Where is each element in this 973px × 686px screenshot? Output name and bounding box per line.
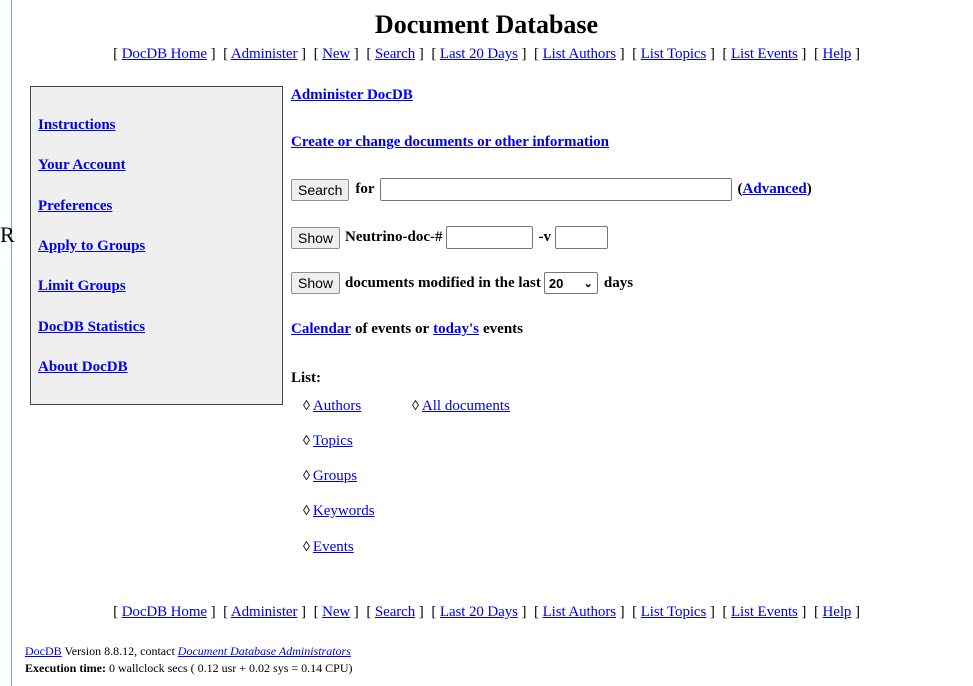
footer-exec-text: 0 wallclock secs ( 0.12 usr + 0.02 sys =… <box>108 661 353 675</box>
footer-version-text: Version 8.8.12, contact <box>64 644 175 658</box>
list-events-link[interactable]: Events <box>313 539 354 555</box>
todays-events-link[interactable]: today's <box>433 321 479 338</box>
show-doc-row: Show Neutrino-doc-# -v <box>291 226 609 249</box>
edge-glyph: R <box>0 222 15 247</box>
nav-list-events[interactable]: List Events <box>731 46 798 62</box>
administer-docdb-link[interactable]: Administer DocDB <box>291 87 413 104</box>
modified-row: Show documents modified in the last 20 ⌄… <box>291 272 633 294</box>
bottom-nav-docdb-home[interactable]: DocDB Home <box>122 604 207 620</box>
list-item: ◊ Authors <box>303 398 361 415</box>
nav-list-authors[interactable]: List Authors <box>543 46 616 62</box>
create-change-documents-link[interactable]: Create or change documents or other info… <box>291 134 609 151</box>
list-topics-link[interactable]: Topics <box>313 433 353 449</box>
sidebar-item-instructions[interactable]: Instructions <box>38 117 116 134</box>
nav-administer[interactable]: Administer <box>231 46 298 62</box>
calendar-end-text: events <box>483 321 523 337</box>
sidebar-item-limit-groups[interactable]: Limit Groups <box>38 278 126 295</box>
list-label: List: <box>291 370 321 386</box>
footer-admins-link[interactable]: Document Database Administrators <box>178 644 351 658</box>
days-select-value: 20 <box>548 275 564 291</box>
list-item: ◊ Groups <box>303 468 357 485</box>
nav-last-20-days[interactable]: Last 20 Days <box>440 46 518 62</box>
nav-new[interactable]: New <box>322 46 350 62</box>
footer-docdb-link[interactable]: DocDB <box>25 644 62 658</box>
bottom-nav-last-20-days[interactable]: Last 20 Days <box>440 604 518 620</box>
bottom-nav-new[interactable]: New <box>322 604 350 620</box>
list-item: ◊ All documents <box>412 398 510 415</box>
sidebar-item-apply-to-groups[interactable]: Apply to Groups <box>38 238 145 255</box>
page-title: Document Database <box>374 10 599 39</box>
top-nav-bar: [ DocDB Home ] [ Administer ] [ New ] [ … <box>113 46 860 62</box>
search-button[interactable]: Search <box>291 178 350 201</box>
bottom-nav-bar: [ DocDB Home ] [ Administer ] [ New ] [ … <box>113 604 860 620</box>
show-doc-button[interactable]: Show <box>291 226 341 249</box>
version-input[interactable] <box>555 226 609 249</box>
bottom-nav-help[interactable]: Help <box>823 604 852 620</box>
list-item: ◊ Keywords <box>303 503 375 520</box>
sidebar-item-preferences[interactable]: Preferences <box>38 198 112 215</box>
bottom-nav-list-topics[interactable]: List Topics <box>641 604 707 620</box>
diamond-icon: ◊ <box>412 399 419 414</box>
nav-list-topics[interactable]: List Topics <box>641 46 707 62</box>
diamond-icon: ◊ <box>303 399 310 414</box>
page-left-border <box>11 0 12 686</box>
doc-number-input[interactable] <box>445 226 533 249</box>
footer-exec-line: Execution time: 0 wallclock secs ( 0.12 … <box>25 661 353 676</box>
diamond-icon: ◊ <box>303 469 310 484</box>
list-keywords-link[interactable]: Keywords <box>313 503 375 519</box>
advanced-search-link[interactable]: Advanced <box>743 181 807 197</box>
diamond-icon: ◊ <box>303 540 310 555</box>
list-groups-link[interactable]: Groups <box>313 468 357 484</box>
calendar-row: Calendar of events or today's events <box>291 321 523 338</box>
list-authors-link[interactable]: Authors <box>313 398 361 414</box>
sidebar-panel: Instructions Your Account Preferences Ap… <box>30 86 283 405</box>
sidebar-item-docdb-statistics[interactable]: DocDB Statistics <box>38 319 145 336</box>
bottom-nav-list-authors[interactable]: List Authors <box>543 604 616 620</box>
calendar-link[interactable]: Calendar <box>291 321 351 338</box>
days-select[interactable]: 20 ⌄ <box>543 272 598 294</box>
modified-label: documents modified in the last <box>345 274 541 291</box>
footer-version-line: DocDB Version 8.8.12, contact Document D… <box>25 644 351 659</box>
sidebar-item-your-account[interactable]: Your Account <box>38 157 126 174</box>
search-row: Search for (Advanced) <box>291 178 812 201</box>
list-all-documents-link[interactable]: All documents <box>422 398 510 414</box>
bottom-nav-search[interactable]: Search <box>375 604 415 620</box>
days-label: days <box>603 274 634 291</box>
calendar-middle-text: of events or <box>355 321 430 337</box>
for-label: for <box>355 181 375 197</box>
nav-docdb-home[interactable]: DocDB Home <box>122 46 207 62</box>
nav-search[interactable]: Search <box>375 46 415 62</box>
version-label: -v <box>538 229 552 245</box>
chevron-down-icon: ⌄ <box>583 277 593 290</box>
nav-help[interactable]: Help <box>823 46 852 62</box>
list-item: ◊ Topics <box>303 433 353 450</box>
search-input[interactable] <box>379 178 732 201</box>
show-modified-button[interactable]: Show <box>291 272 341 294</box>
diamond-icon: ◊ <box>303 434 310 449</box>
sidebar-item-about-docdb[interactable]: About DocDB <box>38 359 128 376</box>
list-item: ◊ Events <box>303 539 354 556</box>
bottom-nav-list-events[interactable]: List Events <box>731 604 798 620</box>
diamond-icon: ◊ <box>303 504 310 519</box>
footer-exec-label: Execution time: <box>25 661 106 675</box>
neutrino-doc-label: Neutrino-doc-# <box>345 229 443 245</box>
bottom-nav-administer[interactable]: Administer <box>231 604 298 620</box>
